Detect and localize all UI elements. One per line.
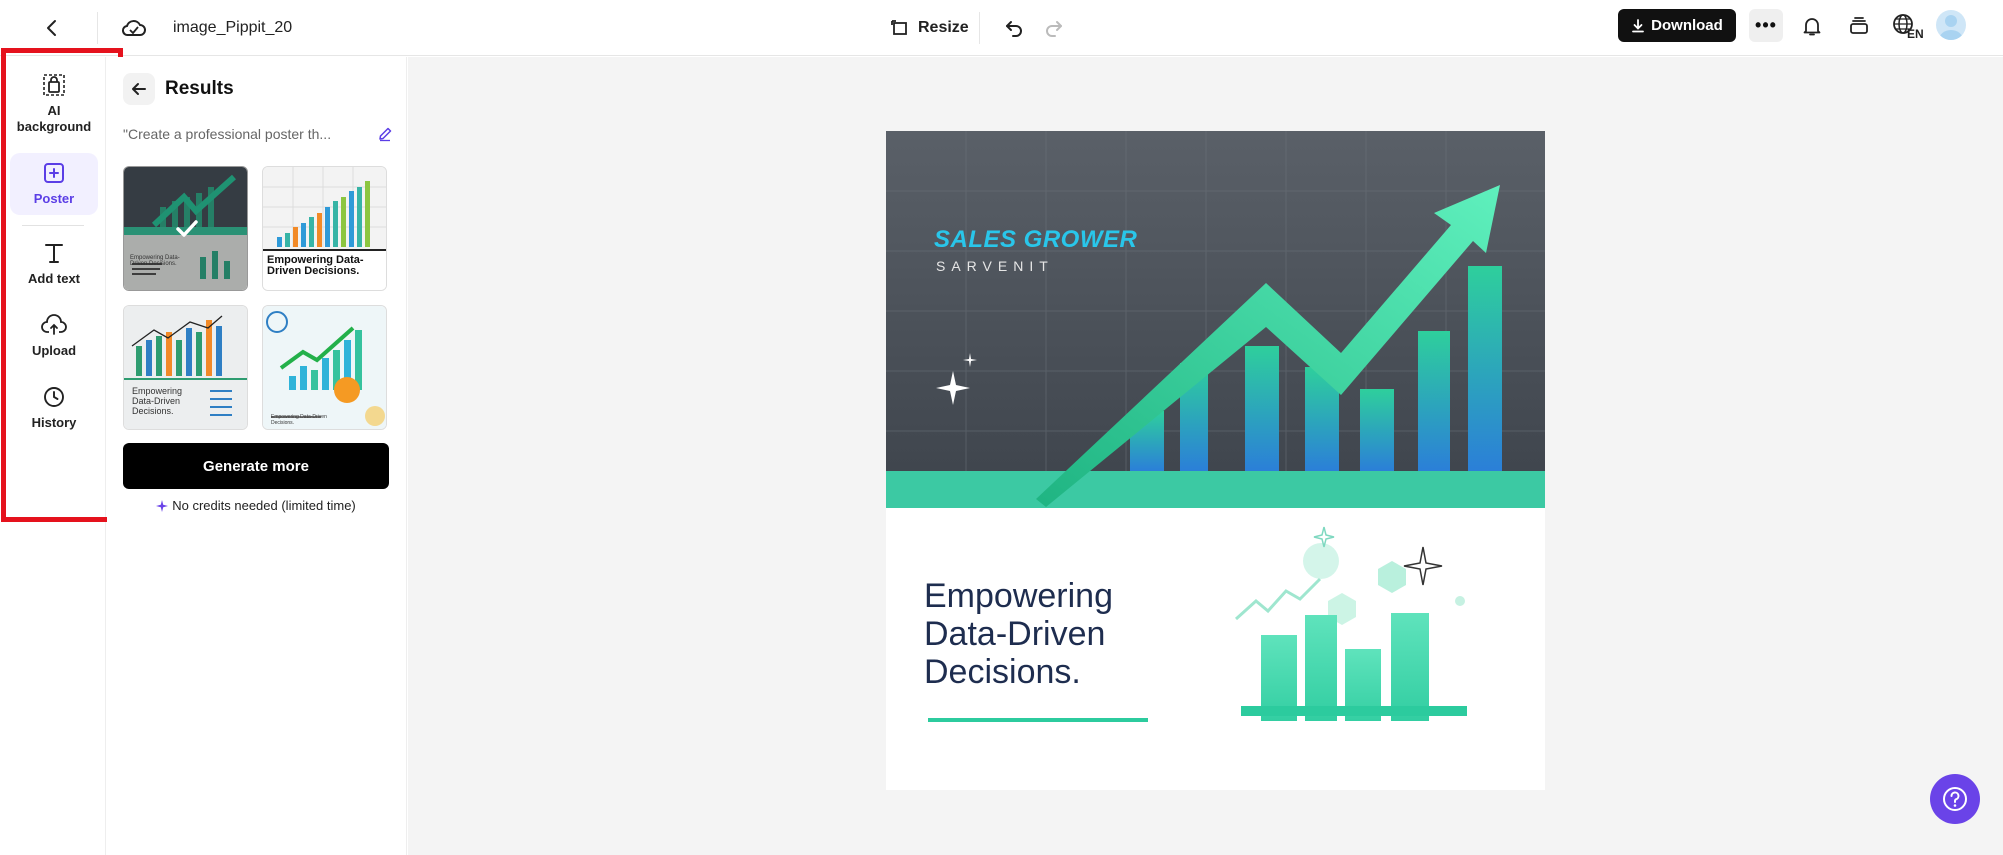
rail-label: AI background <box>16 103 92 134</box>
text-icon <box>40 239 68 267</box>
results-back-button[interactable] <box>123 73 155 105</box>
file-name[interactable]: image_Pippit_20 <box>173 16 292 40</box>
rail-label: History <box>31 415 77 430</box>
rail-label: Poster <box>33 191 75 206</box>
prompt-text: "Create a professional poster th... <box>123 126 332 142</box>
download-label: Download <box>1651 17 1723 34</box>
thumbnail-caption: Empowering Data-Driven Decisions. <box>130 255 180 267</box>
prompt-row: "Create a professional poster th... <box>123 126 393 142</box>
back-button[interactable] <box>36 12 68 44</box>
ai-background-icon <box>40 71 68 99</box>
resize-label: Resize <box>918 19 969 36</box>
download-icon <box>1632 18 1645 32</box>
rail-item-ai-background[interactable]: AI background <box>10 71 98 137</box>
panel-title: Results <box>165 78 234 99</box>
poster-headline[interactable]: Empowering Data-Driven Decisions. <box>924 577 1184 691</box>
globe-icon: EN <box>1893 14 1924 40</box>
poster-subtitle[interactable]: SARVENIT <box>936 258 1054 274</box>
poster-bar-graphic <box>1234 526 1467 721</box>
result-thumbnail-4[interactable]: Empowering Data-Driven Decisions. <box>262 305 387 430</box>
poster-canvas[interactable]: SALES GROWER SARVENIT Empowering Data-Dr… <box>886 131 1545 790</box>
help-button[interactable] <box>1930 774 1980 824</box>
thumbnail-caption: Empowering Data-Driven Decisions. <box>271 414 327 426</box>
rail-label: Add text <box>28 271 80 286</box>
arrow-left-icon <box>132 83 146 95</box>
result-thumbnail-1[interactable]: Empowering Data-Driven Decisions. <box>123 166 248 291</box>
panel-header: Results <box>123 73 234 105</box>
more-label: ••• <box>1755 15 1777 35</box>
generate-more-button[interactable]: Generate more <box>123 443 389 489</box>
thumbnail-caption: Empowering Data-Driven Decisions. <box>267 254 364 277</box>
results-panel: Results "Create a professional poster th… <box>107 57 407 855</box>
rail-item-history[interactable]: History <box>10 383 98 437</box>
undo-button[interactable] <box>996 10 1032 46</box>
language-button[interactable]: EN <box>1890 10 1930 42</box>
edit-prompt-icon[interactable] <box>377 126 393 142</box>
lang-code: EN <box>1907 27 1924 40</box>
stack-icon <box>1850 17 1868 34</box>
poster-hero-graphic <box>886 131 1545 508</box>
history-icon <box>40 383 68 411</box>
results-grid: Empowering Data-Driven Decisions. Empowe… <box>123 166 389 430</box>
cloud-sync-button[interactable] <box>118 12 150 44</box>
question-icon <box>1943 787 1967 811</box>
cloud-icon <box>121 20 146 36</box>
rail-item-upload[interactable]: Upload <box>10 311 98 365</box>
tool-rail: AI background Poster Add text Upload His… <box>0 57 106 855</box>
top-bar: image_Pippit_20 Resize Download ••• EN <box>0 0 2003 56</box>
rail-label: Upload <box>31 343 77 358</box>
poster-underline <box>928 718 1148 722</box>
sparkle-icon <box>156 499 169 512</box>
poster-icon <box>40 159 68 187</box>
download-button[interactable]: Download <box>1618 9 1736 42</box>
resize-icon <box>891 20 907 35</box>
rail-divider <box>22 225 84 226</box>
credits-label: No credits needed (limited time) <box>172 498 356 513</box>
user-icon <box>1939 15 1963 40</box>
divider <box>97 12 98 44</box>
result-thumbnail-3[interactable]: Empowering Data-Driven Decisions. <box>123 305 248 430</box>
redo-icon <box>1046 21 1062 37</box>
thumbnail-caption: Empowering Data-Driven Decisions. <box>132 386 183 416</box>
canvas-area[interactable]: SALES GROWER SARVENIT Empowering Data-Dr… <box>408 57 2003 855</box>
rail-item-add-text[interactable]: Add text <box>10 239 98 293</box>
chevron-left-icon <box>47 20 56 36</box>
upload-icon <box>40 311 68 339</box>
bell-icon <box>1803 18 1821 36</box>
credits-note: No credits needed (limited time) <box>123 498 389 513</box>
poster-title[interactable]: SALES GROWER <box>934 226 1137 254</box>
divider <box>979 12 980 44</box>
more-options-button[interactable]: ••• <box>1749 9 1783 42</box>
avatar[interactable] <box>1936 10 1966 40</box>
undo-icon <box>1006 21 1022 37</box>
redo-button[interactable] <box>1036 10 1072 46</box>
notifications-button[interactable] <box>1796 10 1828 42</box>
rail-item-poster[interactable]: Poster <box>10 153 98 215</box>
resize-button[interactable]: Resize <box>882 10 977 46</box>
layers-button[interactable] <box>1843 10 1875 42</box>
result-thumbnail-2[interactable]: Empowering Data-Driven Decisions. <box>262 166 387 291</box>
